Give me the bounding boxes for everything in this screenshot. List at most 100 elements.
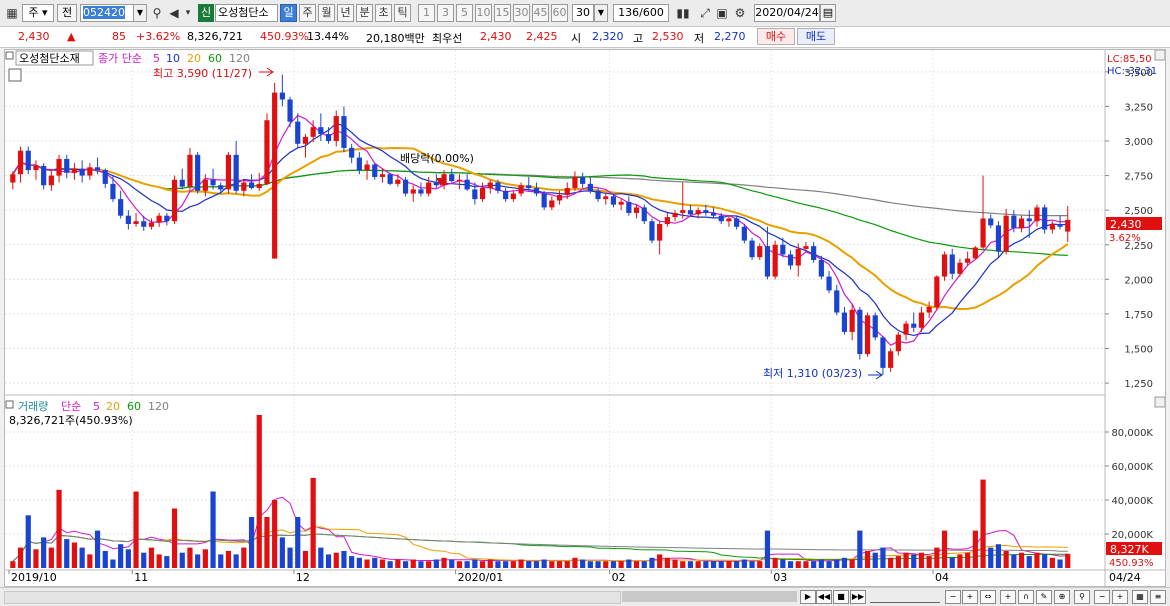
interval-5[interactable]: 5 [456, 4, 473, 22]
timeframe-6[interactable]: 틱 [394, 4, 411, 22]
zoom-slider[interactable] [870, 592, 940, 603]
month-grid-lines [131, 50, 934, 570]
candle-body [533, 188, 540, 194]
sound-dropdown-icon[interactable]: ▾ [180, 4, 196, 22]
chart-type-icon[interactable]: ▦ [4, 4, 20, 22]
settings-icon[interactable]: ⚙ [732, 4, 748, 22]
prev-button[interactable]: 전 [57, 4, 77, 22]
calendar-icon[interactable]: ▤ [820, 4, 836, 22]
candle-body [610, 196, 617, 205]
candle-body [1049, 224, 1055, 230]
timeframe-2[interactable]: 월 [318, 4, 335, 22]
interval-15[interactable]: 15 [494, 4, 511, 22]
volume-bar [64, 539, 70, 568]
interval-45[interactable]: 45 [532, 4, 549, 22]
candle-body [449, 174, 455, 182]
stop-icon[interactable]: ■ [833, 590, 849, 604]
interval-60[interactable]: 60 [551, 4, 568, 22]
fast-forward-icon[interactable]: ▶▶ [850, 590, 866, 604]
candle-body [310, 127, 316, 137]
timeframe-5[interactable]: 초 [375, 4, 392, 22]
buy-button[interactable]: 매수 [757, 28, 795, 45]
panel-close-icon[interactable] [1154, 49, 1166, 61]
search-zoom-icon[interactable]: ⚲ [1074, 590, 1090, 604]
candle-body [71, 168, 78, 173]
stock-code-input[interactable]: 052420 [80, 4, 134, 22]
volume-bar [402, 561, 409, 568]
count-input[interactable]: 30 [572, 4, 594, 22]
zoom-out-icon[interactable]: − [945, 590, 961, 604]
candle-icon[interactable]: ▮▮ [675, 4, 691, 22]
pen-icon[interactable]: ✎ [1036, 590, 1052, 604]
candle-body [426, 182, 432, 194]
grid-toggle-icon[interactable] [8, 68, 22, 82]
scroll-right-icon[interactable]: ▶ [800, 590, 816, 604]
zoom-box-icon[interactable]: ⊕ [1054, 590, 1070, 604]
interval-3[interactable]: 3 [437, 4, 454, 22]
scrollbar-thumb[interactable] [622, 591, 797, 602]
magnet-icon[interactable]: ∩ [1018, 590, 1034, 604]
plus-icon[interactable]: + [1112, 590, 1128, 604]
layout-icon[interactable]: ▦ [1132, 590, 1148, 604]
volume-bar [418, 561, 424, 568]
zoom-in-icon[interactable]: + [962, 590, 978, 604]
timeframe-0[interactable]: 일 [280, 4, 297, 22]
volume-bar [934, 547, 940, 568]
volume-bar [233, 554, 239, 568]
volume-bar [387, 561, 393, 568]
volume-bar [17, 547, 24, 568]
candle-body [102, 170, 108, 184]
volume-bar [657, 554, 663, 568]
candle-body [995, 225, 1002, 252]
volume-bar [703, 561, 709, 568]
period-type-select[interactable]: 주 ▾ [22, 4, 54, 22]
interval-10[interactable]: 10 [475, 4, 492, 22]
chart-area[interactable]: 3,500 3,250 3,000 2,750 2,500 2,250 2,000 1,750… [4, 49, 1166, 587]
candle-body [549, 200, 555, 208]
candle-body [187, 154, 193, 187]
volume-bar [872, 552, 878, 568]
save-icon[interactable]: ▣ [714, 4, 730, 22]
timeframe-1[interactable]: 주 [299, 4, 316, 22]
timeframe-3[interactable]: 년 [337, 4, 354, 22]
volume-bar [141, 552, 147, 568]
volume-legend-ma-5: 5 [93, 400, 100, 413]
candle-body [603, 196, 609, 200]
volume-bar [695, 561, 701, 568]
crosshair-icon[interactable]: + [1000, 590, 1016, 604]
candle-body [479, 188, 486, 200]
rewind-icon[interactable]: ◀◀ [816, 590, 832, 604]
candle-body [657, 224, 663, 241]
candle-body [464, 179, 470, 190]
candle-body [487, 182, 493, 189]
date-input[interactable]: 2020/04/24 [754, 4, 820, 22]
timeframe-4[interactable]: 분 [356, 4, 373, 22]
fit-icon[interactable]: ⇔ [980, 590, 996, 604]
volume-bar [888, 557, 894, 568]
interval-30[interactable]: 30 [513, 4, 530, 22]
volume-panel-close-icon[interactable] [1154, 396, 1166, 408]
volume-bar [1042, 554, 1048, 568]
candle-body [179, 179, 185, 187]
range-field[interactable]: 136/600 [613, 4, 669, 22]
chart-canvas[interactable]: 3,5003,2503,0002,7502,5002,2502,0001,750… [5, 49, 1166, 586]
volume-bar [795, 561, 801, 568]
volume-bar [626, 559, 632, 568]
search-icon[interactable]: ⚲ [149, 4, 165, 22]
volume-bar [495, 561, 501, 568]
horizontal-scrollbar[interactable] [4, 591, 621, 604]
candle-body [780, 244, 786, 255]
volume-tick-label: 20,000K [1111, 530, 1153, 541]
sell-button[interactable]: 매도 [797, 28, 835, 45]
candle-body [395, 179, 401, 184]
candle-body [202, 179, 208, 191]
minus-icon[interactable]: − [1094, 590, 1110, 604]
count-dropdown-button[interactable]: ▼ [594, 4, 608, 22]
volume-bar [595, 561, 601, 568]
volume-bar [764, 530, 771, 568]
code-dropdown-button[interactable]: ▼ [133, 4, 147, 22]
draw-tool-icon[interactable]: ⤢ [697, 4, 713, 22]
interval-1[interactable]: 1 [418, 4, 435, 22]
menu-icon[interactable]: ≡ [1150, 590, 1166, 604]
date-axis: 2019/10 11 12 2020/01 02 03 04 [8, 570, 949, 584]
